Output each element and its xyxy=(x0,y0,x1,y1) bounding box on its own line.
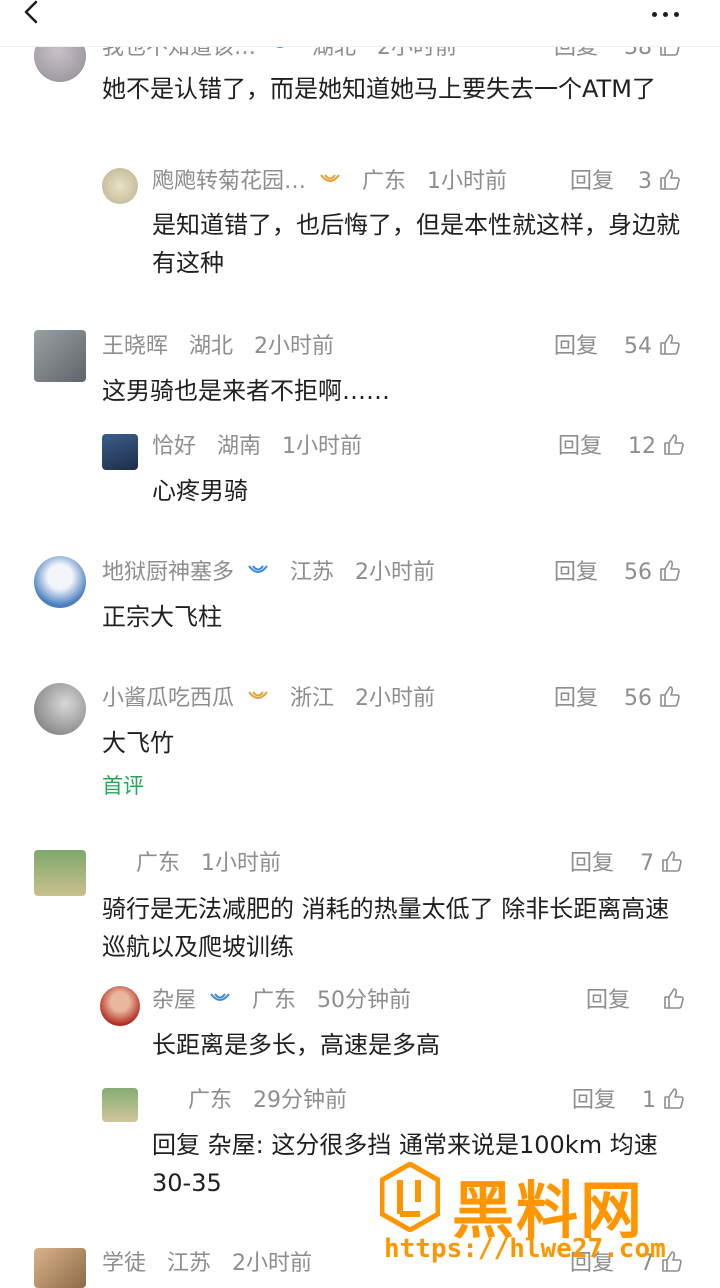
comment-text: 是知道错了，也后悔了，但是本性就这样，身边就有这种 xyxy=(152,211,680,277)
comment-meta: 广东 29分钟前 xyxy=(188,1085,347,1117)
like-count: 54 xyxy=(624,334,652,359)
reply-button[interactable]: 回复 xyxy=(554,683,598,715)
more-button[interactable] xyxy=(652,2,692,22)
like-count: 1 xyxy=(642,1088,656,1113)
comment-meta: 广东 1小时前 xyxy=(136,848,281,880)
avatar[interactable] xyxy=(102,168,138,204)
location: 广东 xyxy=(362,169,407,194)
reply-button[interactable]: 回复 xyxy=(570,848,614,880)
username[interactable]: 恰好 xyxy=(152,434,196,459)
timestamp: 2小时前 xyxy=(254,334,335,359)
avatar[interactable] xyxy=(34,330,86,382)
timestamp: 1小时前 xyxy=(282,434,363,459)
timestamp: 2小时前 xyxy=(355,560,436,585)
watermark-url: https://hlwe27.com xyxy=(384,1234,666,1264)
like-button[interactable] xyxy=(656,985,686,1017)
reply-button[interactable]: 回复 xyxy=(570,166,614,198)
location: 湖南 xyxy=(217,434,262,459)
username[interactable]: 地狱厨神塞多 xyxy=(102,560,234,585)
comment-meta: 小酱瓜吃西瓜 浙江 2小时前 xyxy=(102,683,435,715)
username[interactable]: 杂屋 xyxy=(152,988,196,1013)
reply-prefix: 回复 xyxy=(152,1131,200,1159)
username[interactable]: 学徒 xyxy=(102,1251,146,1276)
comment-text: 心疼男骑 xyxy=(152,477,248,505)
like-count: 3 xyxy=(638,169,652,194)
like-button[interactable]: 3 xyxy=(638,166,682,198)
watermark-logo-icon xyxy=(380,1162,440,1232)
like-button[interactable]: 56 xyxy=(624,557,682,589)
username[interactable]: 小酱瓜吃西瓜 xyxy=(102,686,234,711)
comment-text: 正宗大飞柱 xyxy=(102,603,222,631)
comment-text: 长距离是多长，高速是多高 xyxy=(152,1031,440,1059)
location: 浙江 xyxy=(290,686,335,711)
location: 广东 xyxy=(252,988,297,1013)
like-count: 56 xyxy=(624,560,652,585)
username[interactable]: 飑飑转菊花园… xyxy=(152,169,306,194)
like-button[interactable]: 1 xyxy=(642,1085,686,1117)
like-count: 56 xyxy=(624,686,652,711)
thumbs-up-icon xyxy=(660,560,680,581)
back-button[interactable] xyxy=(18,0,58,30)
comment-meta: 学徒 江苏 2小时前 xyxy=(102,1248,312,1280)
thumbs-up-icon xyxy=(664,988,684,1009)
timestamp: 1小时前 xyxy=(201,851,282,876)
comment-text: 大飞竹 xyxy=(102,729,174,757)
more-dot xyxy=(674,12,679,17)
thumbs-up-icon xyxy=(660,686,680,707)
username[interactable]: 王晓晖 xyxy=(102,334,168,359)
like-button[interactable]: 56 xyxy=(624,683,682,715)
thumbs-up-icon xyxy=(664,434,684,455)
comment-meta: 飑飑转菊花园… 广东 1小时前 xyxy=(152,166,507,198)
timestamp: 2小时前 xyxy=(232,1251,313,1276)
timestamp: 50分钟前 xyxy=(317,988,412,1013)
comment-meta: 恰好 湖南 1小时前 xyxy=(152,431,362,463)
like-button[interactable]: 54 xyxy=(624,331,682,363)
badge-blue-icon xyxy=(210,993,230,1001)
reply-button[interactable]: 回复 xyxy=(586,985,630,1017)
reply-button[interactable]: 回复 xyxy=(554,331,598,363)
thumbs-up-icon xyxy=(662,851,682,872)
like-count: 7 xyxy=(640,851,654,876)
reply-button[interactable]: 回复 xyxy=(572,1085,616,1117)
reply-button[interactable]: 回复 xyxy=(554,557,598,589)
more-dot xyxy=(663,12,668,17)
location: 湖北 xyxy=(189,334,234,359)
comment-meta: 王晓晖 湖北 2小时前 xyxy=(102,331,334,363)
thumbs-up-icon xyxy=(664,1088,684,1109)
thumbs-up-icon xyxy=(660,169,680,190)
reply-button[interactable]: 回复 xyxy=(558,431,602,463)
badge-gold-icon xyxy=(248,691,268,699)
comment-text: 骑行是无法减肥的 消耗的热量太低了 除非长距离高速巡航以及爬坡训练 xyxy=(102,895,670,961)
more-dots-icon xyxy=(652,12,657,17)
avatar[interactable] xyxy=(100,986,140,1026)
timestamp: 2小时前 xyxy=(355,686,436,711)
avatar[interactable] xyxy=(34,1248,86,1288)
reply-target[interactable]: 杂屋: xyxy=(208,1131,264,1159)
badge-gold-icon xyxy=(320,174,340,182)
chevron-left-icon xyxy=(24,0,38,24)
avatar[interactable] xyxy=(102,1088,138,1122)
location: 江苏 xyxy=(167,1251,212,1276)
thumbs-up-icon xyxy=(660,334,680,355)
avatar[interactable] xyxy=(102,434,138,470)
like-button[interactable]: 12 xyxy=(628,431,686,463)
like-button[interactable]: 7 xyxy=(640,848,684,880)
badge-blue-icon xyxy=(248,565,268,573)
timestamp: 1小时前 xyxy=(427,169,508,194)
comment-meta: 地狱厨神塞多 江苏 2小时前 xyxy=(102,557,435,589)
timestamp: 29分钟前 xyxy=(253,1088,348,1113)
location: 江苏 xyxy=(290,560,335,585)
first-comment-tag: 首评 xyxy=(102,774,144,798)
avatar[interactable] xyxy=(34,556,86,608)
watermark: 黑料网 https://hlwe27.com xyxy=(380,1160,710,1280)
avatar[interactable] xyxy=(34,850,86,896)
comment-text: 她不是认错了，而是她知道她马上要失去一个ATM了 xyxy=(102,75,656,103)
top-bar xyxy=(0,0,720,47)
comment-text: 这男骑也是来者不拒啊…… xyxy=(102,377,390,405)
avatar[interactable] xyxy=(34,683,86,735)
like-count: 12 xyxy=(628,434,656,459)
location: 广东 xyxy=(136,851,181,876)
comment-meta: 杂屋 广东 50分钟前 xyxy=(152,985,411,1017)
location: 广东 xyxy=(188,1088,233,1113)
